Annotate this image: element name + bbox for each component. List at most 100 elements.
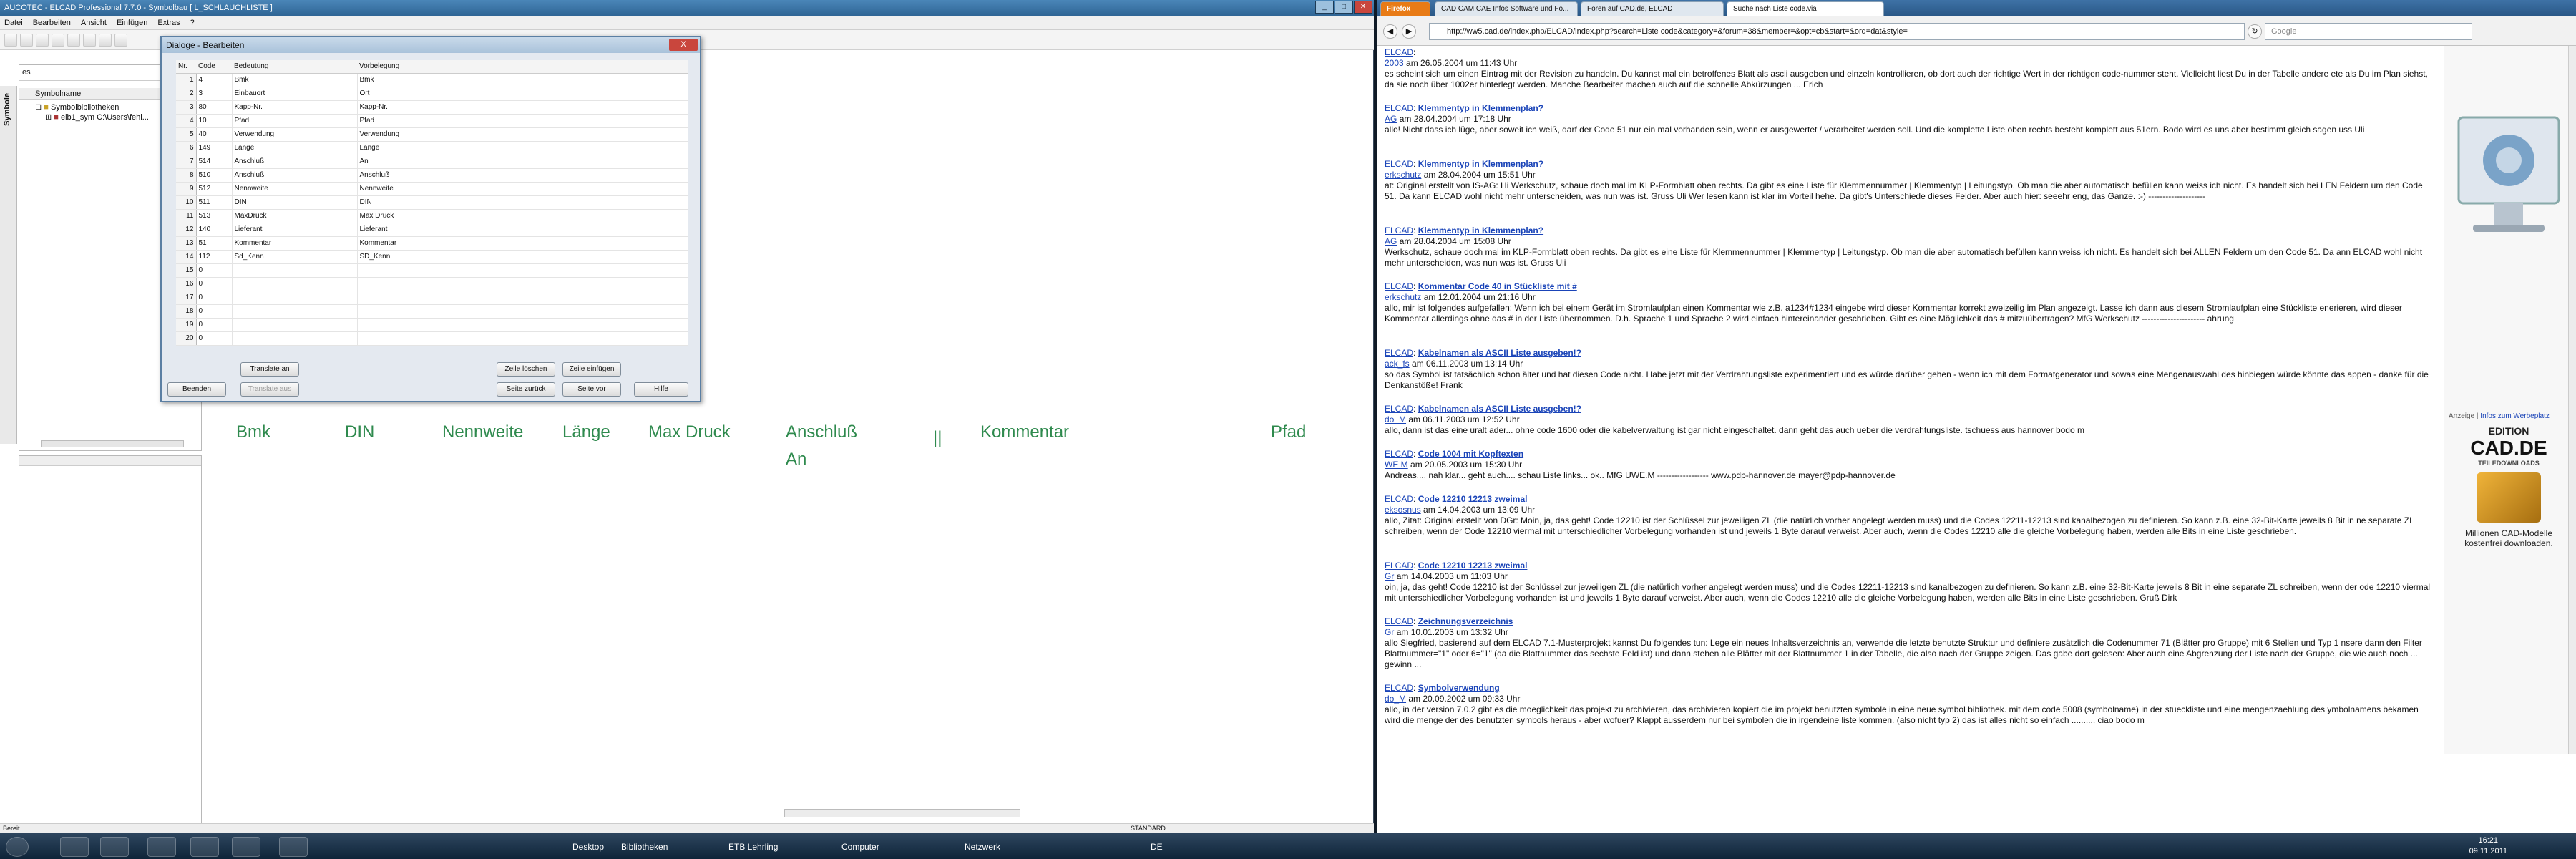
- grid-row[interactable]: 9 512 Nennweite Nennweite: [176, 182, 688, 196]
- grid-cell-vorbelegung[interactable]: Max Druck: [357, 209, 688, 223]
- url-bar[interactable]: http://ww5.cad.de/index.php/ELCAD/index.…: [1429, 23, 2245, 40]
- grid-cell-code[interactable]: 140: [196, 223, 233, 237]
- clock[interactable]: 16:21 09.11.2011: [2469, 835, 2507, 857]
- result-author-link[interactable]: do_M: [1385, 414, 1406, 424]
- result-author-link[interactable]: Gr: [1385, 627, 1394, 637]
- result-title-link[interactable]: Symbolverwendung: [1418, 683, 1500, 693]
- grid-cell-bedeutung[interactable]: [232, 263, 358, 278]
- open-icon[interactable]: [20, 33, 33, 47]
- grid-cell-bedeutung[interactable]: [232, 291, 358, 305]
- result-forum-link[interactable]: ELCAD: [1385, 281, 1413, 291]
- menu-ansicht[interactable]: Ansicht: [81, 19, 107, 27]
- tree-item-elb1[interactable]: ⊞ ■ elb1_sym C:\Users\fehl...: [35, 112, 149, 122]
- grid-cell-code[interactable]: 112: [196, 250, 233, 264]
- paste-icon[interactable]: [99, 33, 112, 47]
- result-forum-link[interactable]: ELCAD: [1385, 404, 1413, 414]
- grid-cell-vorbelegung[interactable]: [357, 331, 688, 346]
- menu-einfuegen[interactable]: Einfügen: [117, 19, 147, 27]
- undo-icon[interactable]: [114, 33, 127, 47]
- grid-row[interactable]: 7 514 Anschluß An: [176, 155, 688, 169]
- grid-row[interactable]: 5 40 Verwendung Verwendung: [176, 127, 688, 142]
- back-icon[interactable]: ◀: [1383, 24, 1397, 39]
- grid-cell-bedeutung[interactable]: Lieferant: [232, 223, 358, 237]
- grid-cell-vorbelegung[interactable]: DIN: [357, 195, 688, 210]
- grid-cell-code[interactable]: 0: [196, 277, 233, 291]
- grid-cell-code[interactable]: 512: [196, 182, 233, 196]
- minimize-icon[interactable]: _: [1315, 1, 1334, 14]
- grid-cell-vorbelegung[interactable]: Kapp-Nr.: [357, 100, 688, 115]
- grid-cell-vorbelegung[interactable]: Anschluß: [357, 168, 688, 183]
- grid-cell-code[interactable]: 4: [196, 73, 233, 87]
- grid-cell-bedeutung[interactable]: Sd_Kenn: [232, 250, 358, 264]
- translate-aus-button[interactable]: Translate aus: [240, 382, 299, 397]
- grid-row[interactable]: 12 140 Lieferant Lieferant: [176, 223, 688, 237]
- ad-banner[interactable]: EDITION CAD.DE TEILEDOWNLOADS Millionen …: [2451, 425, 2566, 548]
- language-indicator[interactable]: DE: [1145, 838, 1163, 856]
- grid-cell-bedeutung[interactable]: [232, 331, 358, 346]
- grid-cell-bedeutung[interactable]: Kommentar: [232, 236, 358, 251]
- grid-cell-vorbelegung[interactable]: SD_Kenn: [357, 250, 688, 264]
- grid-cell-bedeutung[interactable]: Kapp-Nr.: [232, 100, 358, 115]
- grid-cell-vorbelegung[interactable]: [357, 263, 688, 278]
- grid-row[interactable]: 18 0: [176, 304, 688, 319]
- firefox-icon[interactable]: [147, 837, 176, 857]
- result-title-link[interactable]: Code 12210 12213 zweimal: [1418, 560, 1528, 571]
- tree-item-libraries[interactable]: ⊟ ■ Symbolbibliotheken: [35, 102, 149, 112]
- explorer-icon[interactable]: [60, 837, 89, 857]
- grid-row[interactable]: 15 0: [176, 263, 688, 278]
- elcad-icon[interactable]: [232, 837, 260, 857]
- zeile-einfuegen-button[interactable]: Zeile einfügen: [562, 362, 621, 377]
- grid-cell-vorbelegung[interactable]: [357, 304, 688, 319]
- firefox-menu-button[interactable]: Firefox: [1380, 1, 1430, 16]
- hilfe-button[interactable]: Hilfe: [634, 382, 688, 397]
- zeile-loeschen-button[interactable]: Zeile löschen: [497, 362, 555, 377]
- dialog-close-button[interactable]: X: [669, 39, 698, 51]
- tab-foren[interactable]: Foren auf CAD.de, ELCAD: [1581, 1, 1724, 16]
- reload-icon[interactable]: ↻: [2248, 24, 2262, 39]
- result-title-link[interactable]: Kabelnamen als ASCII Liste ausgeben!?: [1418, 404, 1581, 414]
- grid-cell-code[interactable]: 0: [196, 291, 233, 305]
- result-forum-link[interactable]: ELCAD: [1385, 348, 1413, 358]
- grid-row[interactable]: 8 510 Anschluß Anschluß: [176, 168, 688, 183]
- grid-row[interactable]: 13 51 Kommentar Kommentar: [176, 236, 688, 251]
- result-author-link[interactable]: do_M: [1385, 694, 1406, 704]
- forward-icon[interactable]: ▶: [1402, 24, 1416, 39]
- grid-row[interactable]: 11 513 MaxDruck Max Druck: [176, 209, 688, 223]
- result-forum-link[interactable]: ELCAD: [1385, 159, 1413, 169]
- translate-an-button[interactable]: Translate an: [240, 362, 299, 377]
- grid-cell-vorbelegung[interactable]: Pfad: [357, 114, 688, 128]
- result-forum-link[interactable]: ELCAD: [1385, 225, 1413, 236]
- result-title-link[interactable]: Zeichnungsverzeichnis: [1418, 616, 1513, 626]
- grid-row[interactable]: 17 0: [176, 291, 688, 305]
- grid-row[interactable]: 14 112 Sd_Kenn SD_Kenn: [176, 250, 688, 264]
- canvas-horizontal-scrollbar[interactable]: [784, 809, 1020, 817]
- grid-cell-vorbelegung[interactable]: Nennweite: [357, 182, 688, 196]
- menu-datei[interactable]: Datei: [4, 19, 23, 27]
- print-icon[interactable]: [52, 33, 64, 47]
- result-author-link[interactable]: AG: [1385, 236, 1397, 246]
- grid-cell-code[interactable]: 0: [196, 304, 233, 319]
- taskbar-netzwerk[interactable]: Netzwerk: [959, 838, 1000, 856]
- grid-cell-bedeutung[interactable]: MaxDruck: [232, 209, 358, 223]
- copy-icon[interactable]: [83, 33, 96, 47]
- folder-icon[interactable]: [190, 837, 219, 857]
- grid-cell-code[interactable]: 51: [196, 236, 233, 251]
- grid-cell-code[interactable]: 0: [196, 318, 233, 332]
- media-player-icon[interactable]: [100, 837, 129, 857]
- result-forum-link[interactable]: ELCAD: [1385, 47, 1413, 57]
- result-author-link[interactable]: erkschutz: [1385, 292, 1421, 302]
- close-icon[interactable]: ✕: [1354, 1, 1372, 14]
- ad-info-link[interactable]: Infos zum Werbeplatz: [2480, 412, 2550, 420]
- result-forum-link[interactable]: ELCAD: [1385, 103, 1413, 113]
- grid-cell-code[interactable]: 513: [196, 209, 233, 223]
- taskbar-desktop[interactable]: Desktop: [567, 838, 604, 856]
- grid-cell-bedeutung[interactable]: [232, 304, 358, 319]
- grid-cell-vorbelegung[interactable]: [357, 277, 688, 291]
- grid-cell-vorbelegung[interactable]: An: [357, 155, 688, 169]
- grid-cell-vorbelegung[interactable]: Bmk: [357, 73, 688, 87]
- result-author-link[interactable]: 2003: [1385, 58, 1404, 68]
- start-button-icon[interactable]: [6, 837, 29, 857]
- result-forum-link[interactable]: ELCAD: [1385, 683, 1413, 693]
- seite-vor-button[interactable]: Seite vor: [562, 382, 621, 397]
- taskbar-etb[interactable]: ETB Lehrling: [723, 838, 778, 856]
